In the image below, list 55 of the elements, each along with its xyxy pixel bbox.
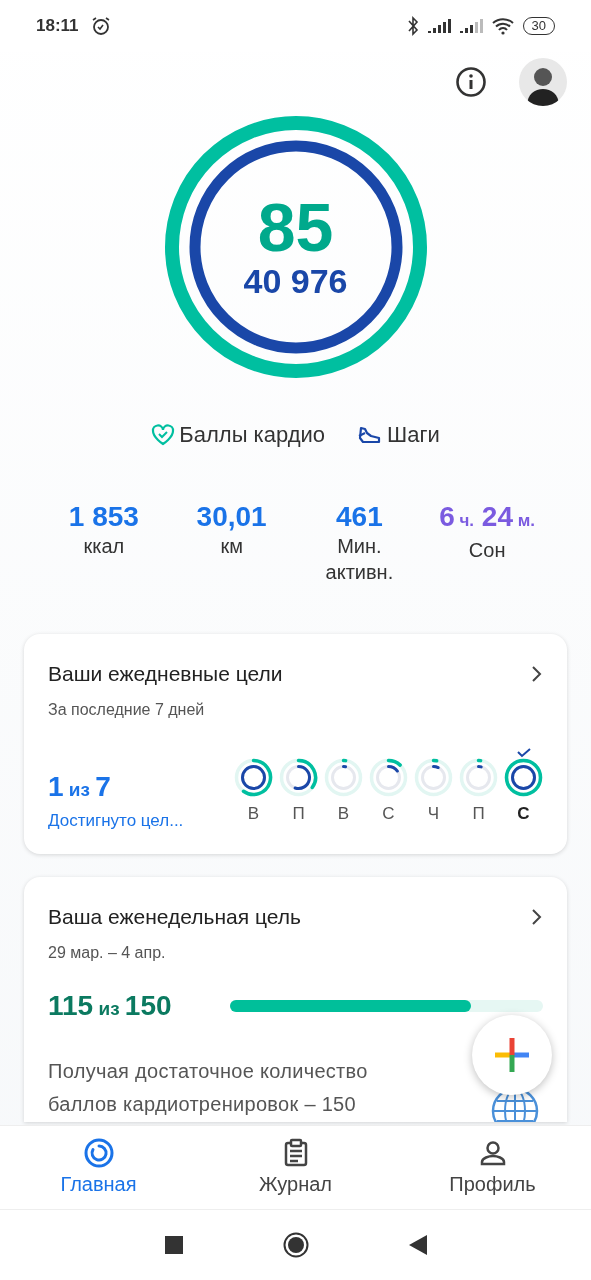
card-subtitle: 29 мар. – 4 апр. (48, 942, 167, 963)
day-label[interactable]: В (247, 800, 260, 826)
nav-tab[interactable]: Профиль (394, 1126, 591, 1209)
day-label[interactable]: С (382, 800, 395, 826)
chevron-right-icon[interactable] (531, 907, 543, 926)
info-icon[interactable] (455, 66, 487, 98)
day-label[interactable]: В (337, 800, 350, 826)
activity-rings-icon (369, 757, 408, 797)
stat-value: 461 (336, 501, 383, 533)
signal-icon (426, 18, 451, 34)
home-ring-icon (82, 1136, 115, 1169)
weekly-goal-card[interactable]: Ваша еженедельная цель 29 мар. – 4 апр. 115 из 150 Получая достаточное количество баллов кардиотренировок – 150 (24, 877, 567, 1122)
day-label[interactable]: П (292, 800, 305, 826)
activity-rings-icon (234, 757, 273, 797)
activity-rings-icon (504, 757, 543, 797)
card-title: Ваши ежедневные цели (48, 661, 283, 687)
signal-icon (458, 18, 483, 34)
recent-apps-icon[interactable] (164, 1236, 183, 1254)
goals-achieved-count: 1 из 7 (48, 769, 112, 804)
stat-label: Сон (467, 538, 507, 563)
plus-icon (493, 1036, 531, 1074)
stat-value: 1 853 (68, 501, 139, 533)
alarm-icon (90, 16, 111, 36)
day-label[interactable]: Ч (427, 800, 440, 826)
stat-value: 6 ч. 24 м. (439, 501, 536, 534)
chevron-right-icon[interactable] (531, 664, 543, 683)
day-label[interactable]: С (517, 800, 530, 826)
goal-description: Получая достаточное количество баллов кардиотренировок – 150 (48, 1058, 368, 1117)
activity-rings-icon (459, 757, 498, 797)
legend-label: Шаги (387, 421, 440, 449)
avatar[interactable] (519, 58, 567, 106)
legend-label: Баллы кардио (179, 421, 325, 449)
activity-rings-icon (414, 757, 453, 797)
bluetooth-icon (406, 16, 419, 36)
stat-label: ккал (82, 534, 126, 559)
stat-label: км (219, 534, 244, 559)
nav-tab[interactable]: Журнал (197, 1126, 394, 1209)
card-subtitle: За последние 7 дней (48, 699, 206, 720)
wifi-icon (490, 17, 515, 35)
daily-goals-card[interactable]: Ваши ежедневные цели За последние 7 дней 1 из 7 Достигнуто цел... В П В С Ч П С (24, 634, 567, 854)
card-title: Ваша еженедельная цель (48, 904, 301, 930)
nav-tab[interactable]: Главная (0, 1126, 197, 1209)
cardio-points-value: 85 (257, 193, 334, 261)
clock-time: 18:11 (36, 15, 79, 38)
back-icon[interactable] (408, 1235, 427, 1255)
goals-caption: Достигнуто цел... (48, 809, 184, 832)
steps-value: 40 976 (243, 261, 348, 301)
day-label[interactable]: П (472, 800, 485, 826)
stat-value: 30,01 (196, 501, 267, 533)
weekly-progress-value: 115 из 150 (48, 988, 172, 1023)
stat-label: Мин. активн. (324, 534, 395, 585)
activity-rings-icon (279, 757, 318, 797)
activity-rings-icon (324, 757, 363, 797)
heart-icon (151, 423, 176, 446)
home-icon[interactable] (282, 1232, 309, 1258)
